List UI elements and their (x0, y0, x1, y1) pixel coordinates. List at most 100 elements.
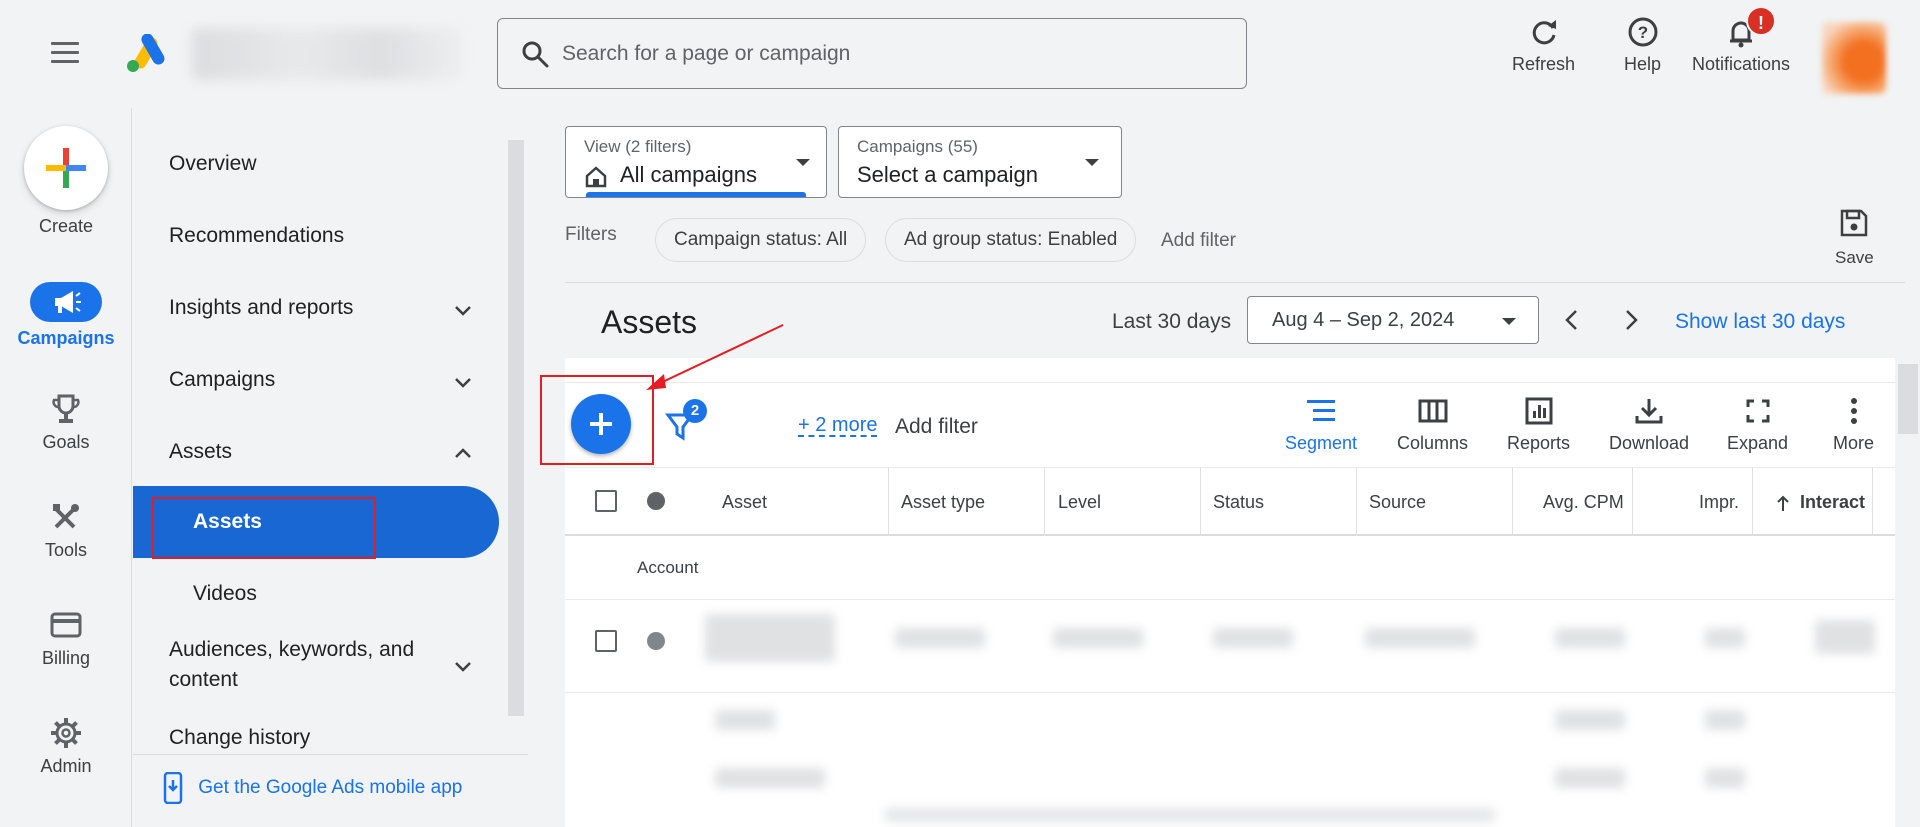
campaign-filter-dropdown[interactable]: Campaigns (55) Select a campaign (838, 126, 1122, 198)
chevron-up-icon[interactable] (451, 442, 475, 466)
megaphone-icon (30, 282, 102, 322)
avatar[interactable] (1822, 22, 1886, 94)
create-button[interactable] (24, 126, 108, 210)
reports-label: Reports (1507, 433, 1571, 453)
segment-label: Segment (1285, 433, 1358, 453)
nav-item-recommendations[interactable]: Recommendations (169, 224, 344, 248)
blurred-cell (1555, 768, 1625, 788)
nav-item-audiences-line2: content (169, 668, 238, 691)
nav-item-change-history[interactable]: Change history (169, 726, 310, 750)
more-menu-label: More (1833, 433, 1875, 453)
chevron-down-icon[interactable] (451, 298, 475, 322)
column-divider (1200, 468, 1201, 536)
nav-item-audiences[interactable]: Audiences, keywords, and content (169, 638, 414, 692)
view-filter-dropdown[interactable]: View (2 filters) All campaigns (565, 126, 827, 198)
column-header-impr[interactable]: Impr. (1699, 492, 1739, 513)
blurred-cell (1705, 628, 1745, 648)
select-all-checkbox[interactable] (595, 490, 617, 512)
chevron-right-icon[interactable] (1617, 306, 1645, 334)
refresh-label: Refresh (1512, 54, 1576, 74)
account-name-blurred[interactable] (192, 28, 462, 80)
expand-button[interactable]: Expand (1727, 397, 1788, 454)
column-header-source[interactable]: Source (1369, 492, 1426, 513)
campaign-filter-label: Campaigns (55) (857, 137, 978, 156)
google-ads-logo[interactable] (124, 33, 166, 74)
segment-button[interactable]: Segment (1285, 397, 1357, 454)
chevron-down-icon[interactable] (451, 370, 475, 394)
row-checkbox[interactable] (595, 630, 617, 652)
rail-item-campaigns[interactable]: Campaigns (0, 282, 132, 349)
chevron-down-icon[interactable] (451, 654, 475, 678)
blurred-cell (1705, 768, 1745, 788)
horizontal-scrollbar[interactable] (885, 808, 1495, 822)
segment-icon (1307, 400, 1336, 421)
nav-item-overview[interactable]: Overview (169, 152, 257, 176)
trophy-icon (52, 394, 80, 423)
mobile-app-link[interactable]: Get the Google Ads mobile app (163, 771, 462, 805)
tools-icon (53, 504, 79, 529)
help-icon: ? (1628, 17, 1658, 47)
more-menu-button[interactable]: More (1833, 397, 1874, 454)
nav-item-videos[interactable]: Videos (193, 582, 257, 606)
more-filters-link[interactable]: + 2 more (798, 415, 878, 437)
refresh-button[interactable]: Refresh (1512, 16, 1575, 75)
notification-badge: ! (1746, 6, 1776, 36)
column-header-asset-type[interactable]: Asset type (901, 492, 985, 513)
blurred-cell (1365, 628, 1475, 648)
download-label: Download (1609, 433, 1690, 453)
reports-icon (1525, 397, 1553, 425)
menu-icon[interactable] (48, 42, 84, 66)
rail-item-goals[interactable]: Goals (0, 392, 132, 453)
filter-chip-campaign-status[interactable]: Campaign status: All (655, 218, 867, 262)
column-header-avg-cpm[interactable]: Avg. CPM (1543, 492, 1624, 513)
help-label: Help (1624, 54, 1662, 74)
blurred-cell (705, 614, 835, 662)
credit-card-icon (50, 612, 82, 638)
save-button[interactable]: Save (1835, 208, 1874, 268)
rail-item-billing[interactable]: Billing (0, 608, 132, 669)
download-button[interactable]: Download (1609, 397, 1689, 454)
table-header: Asset Asset type Level Status Source Avg… (565, 468, 1895, 536)
columns-button[interactable]: Columns (1397, 397, 1468, 454)
rail-label-goals: Goals (42, 432, 90, 452)
column-divider (1356, 468, 1357, 536)
add-filter-link[interactable]: Add filter (1161, 230, 1236, 252)
highlight-box-assets-nav (152, 497, 376, 559)
paused-status-icon (647, 632, 665, 650)
search-box[interactable] (497, 18, 1247, 89)
reports-button[interactable]: Reports (1507, 397, 1570, 454)
main-scrollbar[interactable] (1896, 290, 1920, 827)
chevron-left-icon[interactable] (1558, 306, 1586, 334)
rail-item-tools[interactable]: Tools (0, 500, 132, 561)
column-divider (1044, 468, 1045, 536)
blurred-cell (1213, 628, 1293, 648)
view-filter-value: All campaigns (620, 162, 757, 187)
show-last-30-days-link[interactable]: Show last 30 days (1675, 310, 1845, 334)
sidebar-scrollbar[interactable] (506, 132, 526, 726)
divider (133, 754, 528, 755)
nav-item-campaigns[interactable]: Campaigns (169, 368, 275, 392)
main-scrollbar-thumb[interactable] (1898, 364, 1918, 434)
create-label: Create (38, 216, 94, 236)
column-header-level[interactable]: Level (1058, 492, 1101, 513)
filter-chip-ad-group-status[interactable]: Ad group status: Enabled (885, 218, 1137, 262)
expand-icon (1746, 399, 1770, 423)
sidebar-scrollbar-thumb[interactable] (508, 140, 524, 716)
sort-arrow-up-icon[interactable] (1775, 494, 1791, 512)
blurred-cell (715, 710, 775, 730)
blurred-cell (1555, 710, 1625, 730)
nav-item-assets[interactable]: Assets (169, 440, 232, 464)
add-filter-button[interactable]: Add filter (895, 415, 978, 439)
column-divider (1632, 468, 1633, 536)
help-button[interactable]: ? Help (1624, 16, 1661, 75)
filter-button[interactable]: 2 (665, 399, 707, 443)
search-input[interactable] (562, 37, 1212, 71)
column-header-asset[interactable]: Asset (722, 492, 767, 513)
nav-item-insights[interactable]: Insights and reports (169, 296, 353, 320)
column-header-interactions[interactable]: Interact (1800, 492, 1880, 513)
blurred-table-rows (565, 600, 1895, 827)
column-header-status[interactable]: Status (1213, 492, 1264, 513)
rail-item-admin[interactable]: Admin (0, 716, 132, 777)
blurred-cell (1705, 710, 1745, 730)
date-range-picker[interactable]: Aug 4 – Sep 2, 2024 (1247, 296, 1539, 344)
